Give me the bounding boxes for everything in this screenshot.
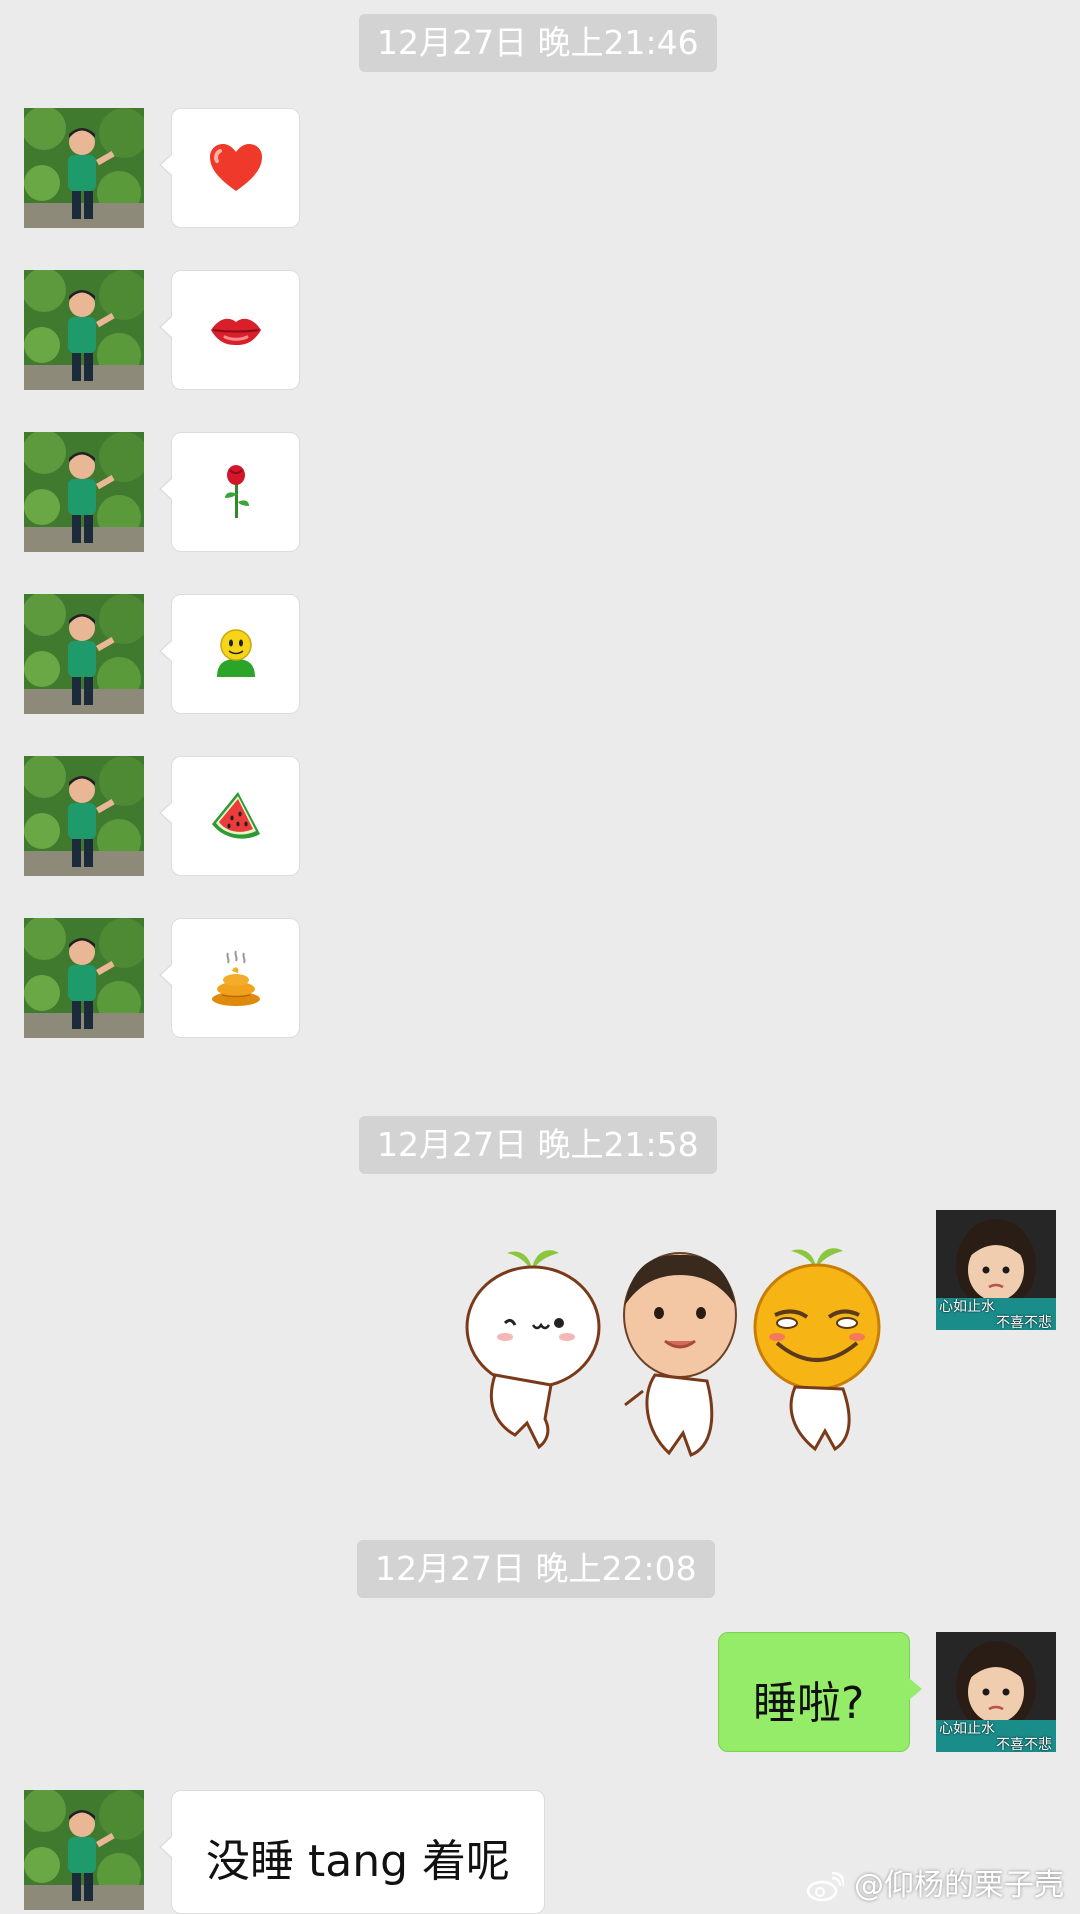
lips-icon xyxy=(210,318,261,345)
emoji-bubble-lips[interactable] xyxy=(159,270,300,390)
orange-sticker xyxy=(753,1248,881,1452)
timestamp-1: 12月27日 晚上21:46 xyxy=(359,14,717,72)
watermark-text: @仰杨的栗子壳 xyxy=(854,1868,1064,1903)
baby-face-sticker xyxy=(623,1252,737,1457)
emoji-bubble-poop[interactable] xyxy=(159,918,300,1038)
emoji-bubble-rose[interactable] xyxy=(159,432,300,552)
friend-photo xyxy=(24,108,144,228)
emoji-bubble-watermelon[interactable] xyxy=(159,756,300,876)
watermark: @仰杨的栗子壳 xyxy=(806,1860,1064,1904)
friend-photo xyxy=(24,918,144,1038)
my-message-bubble[interactable]: 睡啦? xyxy=(718,1632,922,1752)
friend-avatar[interactable] xyxy=(24,432,144,552)
friend-avatar[interactable] xyxy=(24,594,144,714)
heart-icon xyxy=(209,144,262,191)
friend-photo xyxy=(24,432,144,552)
emoji-bubble-heart[interactable] xyxy=(159,108,300,228)
friend-photo xyxy=(24,1790,144,1910)
friend-avatar[interactable] xyxy=(24,756,144,876)
my-avatar[interactable]: 心如止水 不喜不悲 xyxy=(936,1210,1056,1330)
friend-avatar[interactable] xyxy=(24,270,144,390)
sticker-group[interactable] xyxy=(455,1235,905,1465)
white-bean-sticker xyxy=(465,1250,601,1450)
friend-avatar[interactable] xyxy=(24,1790,144,1910)
rose-icon xyxy=(224,465,249,518)
friend-photo xyxy=(24,756,144,876)
smiley-person-icon xyxy=(216,629,255,677)
timestamp-3: 12月27日 晚上22:08 xyxy=(357,1540,715,1598)
timestamp-2: 12月27日 晚上21:58 xyxy=(359,1116,717,1174)
my-avatar[interactable]: 心如止水 不喜不悲 xyxy=(936,1632,1056,1752)
friend-message-bubble[interactable]: 没睡 tang 着呢 xyxy=(159,1790,545,1914)
friend-photo xyxy=(24,270,144,390)
my-message-text: 睡啦? xyxy=(753,1678,865,1729)
friend-photo xyxy=(24,594,144,714)
friend-message-text: 没睡 tang 着呢 xyxy=(206,1836,511,1887)
my-avatar-caption-2: 不喜不悲 xyxy=(996,1737,1052,1752)
my-avatar-caption-1: 心如止水 xyxy=(939,1721,995,1737)
poop-icon xyxy=(211,950,260,1006)
friend-avatar[interactable] xyxy=(24,918,144,1038)
my-avatar-caption-2: 不喜不悲 xyxy=(996,1315,1052,1330)
watermelon-icon xyxy=(211,792,260,839)
my-avatar-caption-1: 心如止水 xyxy=(939,1299,995,1315)
friend-avatar[interactable] xyxy=(24,108,144,228)
emoji-bubble-smiley[interactable] xyxy=(159,594,300,714)
weibo-icon xyxy=(807,1871,846,1901)
